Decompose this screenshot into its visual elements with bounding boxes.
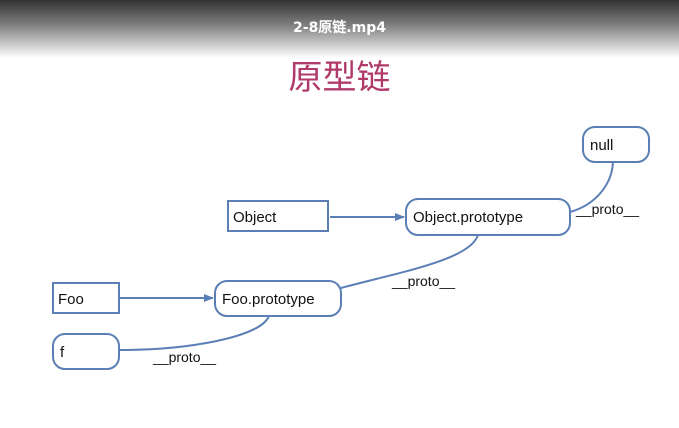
edge-label-foo-prototype-proto: __proto__ [391,273,455,289]
edge-label-f-proto: __proto__ [152,349,216,365]
node-object-prototype-label: Object.prototype [413,209,523,226]
prototype-chain-diagram: null Object Object.prototype Foo Foo.pro… [52,126,650,370]
edge-f-to-foo-prototype [119,315,270,351]
edge-label-object-prototype-proto: __proto__ [575,201,639,217]
node-foo-label: Foo [58,291,84,308]
node-null-label: null [590,137,613,154]
node-object-label: Object [233,209,277,226]
node-foo-prototype-label: Foo.prototype [222,291,315,308]
